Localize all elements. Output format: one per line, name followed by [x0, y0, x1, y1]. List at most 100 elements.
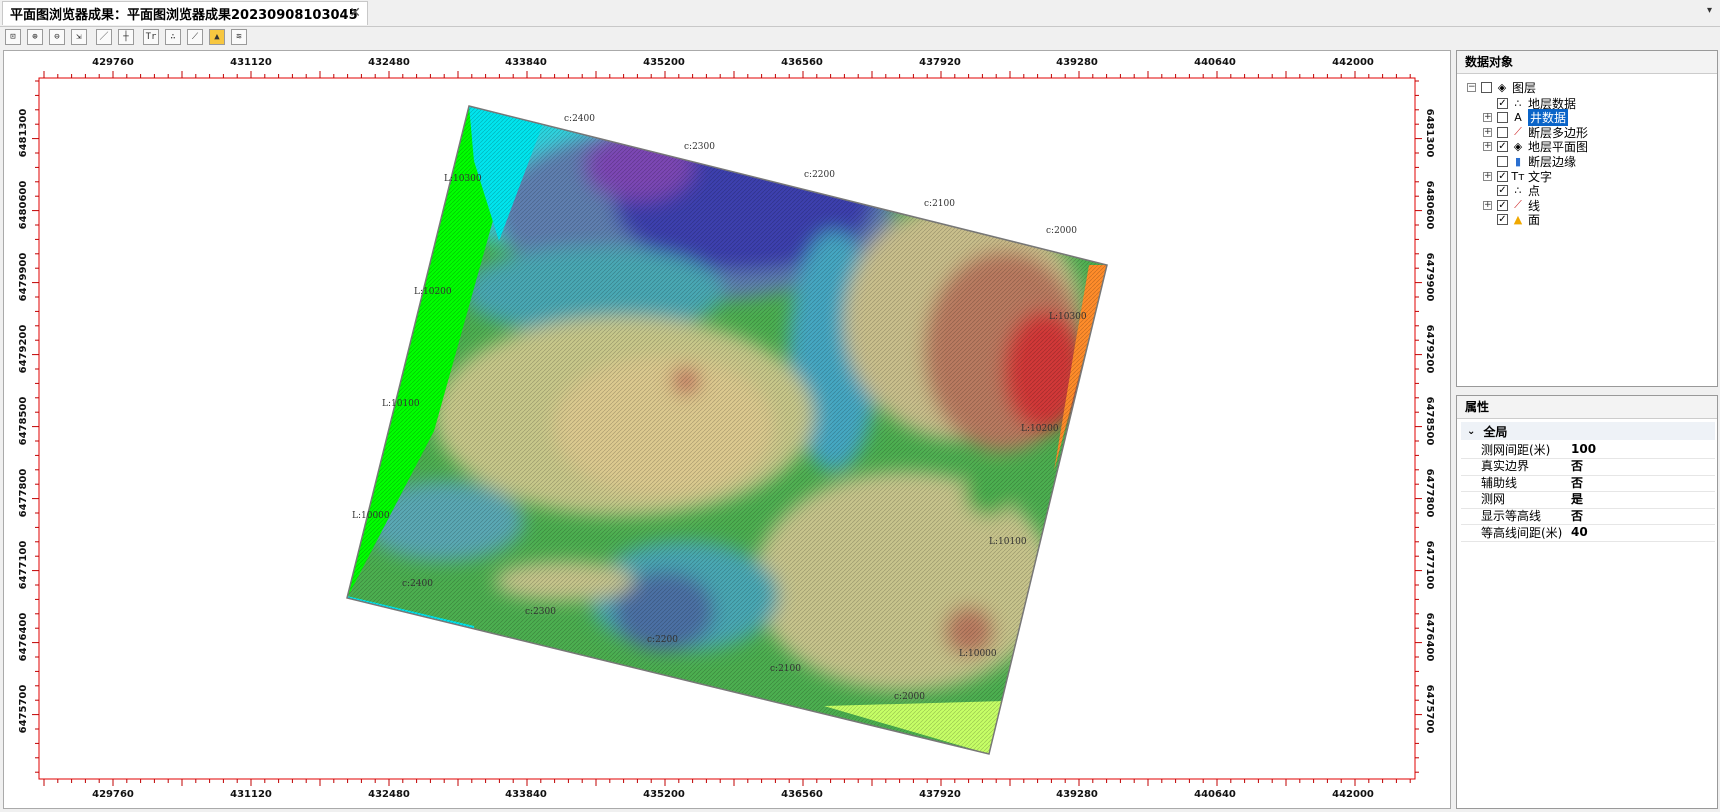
contour-label: L:10200 — [1021, 424, 1059, 434]
contour-label: L:10000 — [959, 649, 997, 659]
property-value[interactable]: 40 — [1565, 525, 1588, 539]
property-key: 辅助线 — [1481, 475, 1518, 490]
layer-checkbox[interactable]: ✓ — [1497, 97, 1508, 109]
contour-label: c:2200 — [804, 170, 835, 180]
property-value[interactable]: 否 — [1565, 507, 1583, 524]
y-tick-right: 6478500 — [1424, 397, 1435, 446]
map-view[interactable]: 429760 431120 432480 433840 435200 43656… — [3, 50, 1451, 809]
layer-checkbox[interactable]: ✓ — [1497, 214, 1508, 226]
y-tick-left: 6481300 — [18, 109, 29, 158]
property-value[interactable]: 否 — [1565, 474, 1583, 491]
zoom-out-tool-icon[interactable]: ⊖ — [49, 29, 65, 45]
document-tab[interactable]: 平面图浏览器成果：平面图浏览器成果20230908103045 ✕ — [2, 1, 368, 25]
collapse-icon[interactable]: − — [1467, 82, 1476, 92]
layers-panel-title: 数据对象 — [1457, 51, 1717, 74]
property-key: 真实边界 — [1481, 459, 1530, 474]
layer-item[interactable]: + ✓ Tт 文字 — [1483, 168, 1552, 184]
layer-item[interactable]: ✓ ▲ 面 — [1483, 212, 1540, 228]
property-key: 测网间距(米) — [1481, 442, 1551, 457]
y-tick-right: 6476400 — [1424, 613, 1435, 662]
zoom-in-tool-icon[interactable]: ⊕ — [27, 29, 43, 45]
y-tick-right: 6477800 — [1424, 469, 1435, 518]
y-tick-left: 6480600 — [18, 181, 29, 230]
contour-label: L:10100 — [989, 537, 1027, 547]
x-tick-top: 432480 — [368, 57, 410, 68]
properties-panel-title: 属性 — [1457, 396, 1717, 419]
layer-type-icon: Tт — [1511, 169, 1525, 183]
layer-checkbox[interactable] — [1497, 155, 1508, 167]
y-tick-right: 6481300 — [1424, 109, 1435, 158]
chevron-down-icon[interactable]: ⌄ — [1467, 426, 1475, 437]
x-tick-bottom: 437920 — [919, 789, 961, 800]
property-group-global[interactable]: ⌄ 全局 — [1461, 422, 1715, 440]
map-canvas[interactable]: 429760 431120 432480 433840 435200 43656… — [4, 51, 1450, 808]
map-toolbar: ⊡ ⊕ ⊖ ⇲ ／ ┼ Tr ∴ ⟋ ▲ ≋ — [0, 27, 1720, 49]
layer-checkbox[interactable]: ✓ — [1497, 199, 1508, 211]
group-label: 全局 — [1483, 424, 1508, 439]
expand-icon[interactable]: + — [1483, 200, 1492, 210]
contour-label: L:10100 — [382, 399, 420, 409]
layer-checkbox[interactable] — [1497, 112, 1508, 124]
property-key: 显示等高线 — [1481, 508, 1542, 523]
contour-tool-icon[interactable]: ≋ — [231, 29, 247, 45]
layer-type-icon: ∴ — [1514, 184, 1522, 198]
property-value[interactable]: 是 — [1565, 490, 1583, 507]
x-tick-top: 436560 — [781, 57, 823, 68]
tab-bar: 平面图浏览器成果：平面图浏览器成果20230908103045 ✕ ▾ — [0, 0, 1720, 27]
right-panels: 数据对象 − ◈ 图层 ✓ ∴ 地层数据 + A 井数据 + ⟋ 断层多边形 + ✓ ◈ 地层平面图 ▮ 断… — [1456, 50, 1718, 809]
close-icon[interactable]: ✕ — [349, 5, 361, 21]
contour-label: c:2300 — [525, 607, 556, 617]
layer-type-icon: ▮ — [1514, 154, 1522, 168]
point-tool-icon[interactable]: ∴ — [165, 29, 181, 45]
y-tick-right: 6475700 — [1424, 685, 1435, 734]
layer-checkbox[interactable]: ✓ — [1497, 185, 1508, 197]
x-tick-top: 440640 — [1194, 57, 1236, 68]
y-tick-left: 6478500 — [18, 397, 29, 446]
layer-label: 面 — [1528, 213, 1541, 228]
layer-checkbox[interactable]: ✓ — [1497, 141, 1508, 153]
polyline-tool-icon[interactable]: ⟋ — [187, 29, 203, 45]
x-tick-top: 431120 — [230, 57, 272, 68]
property-key: 测网 — [1481, 492, 1506, 507]
tree-root-label: 图层 — [1512, 80, 1537, 95]
y-tick-right: 6479200 — [1424, 325, 1435, 374]
y-tick-left: 6477100 — [18, 541, 29, 590]
tab-menu-chevron-icon[interactable]: ▾ — [1707, 5, 1712, 16]
y-tick-left: 6479900 — [18, 253, 29, 302]
text-tool-icon[interactable]: Tr — [143, 29, 159, 45]
y-tick-right: 6480600 — [1424, 181, 1435, 230]
x-tick-top: 437920 — [919, 57, 961, 68]
x-tick-bottom: 439280 — [1056, 789, 1098, 800]
expand-icon[interactable]: + — [1483, 142, 1492, 152]
x-tick-top: 429760 — [92, 57, 134, 68]
pan-tool-icon[interactable]: ⇲ — [71, 29, 87, 45]
layer-type-icon: ∴ — [1514, 96, 1522, 110]
full-extent-tool-icon[interactable]: ⊡ — [5, 29, 21, 45]
crosshair-tool-icon[interactable]: ┼ — [118, 29, 134, 45]
x-tick-bottom: 435200 — [643, 789, 685, 800]
layer-type-icon: A — [1514, 111, 1522, 125]
property-row[interactable]: 等高线间距(米) 40 — [1461, 523, 1715, 542]
expand-icon[interactable]: + — [1483, 127, 1492, 137]
layer-checkbox[interactable]: ✓ — [1497, 170, 1508, 182]
expand-icon[interactable]: + — [1483, 113, 1492, 123]
contour-label: L:10300 — [1049, 312, 1087, 322]
x-tick-top: 442000 — [1332, 57, 1374, 68]
contour-label: c:2400 — [564, 114, 595, 124]
tree-root[interactable]: − ◈ 图层 — [1467, 79, 1536, 95]
layer-type-icon: ⟋ — [1514, 125, 1522, 139]
property-value[interactable]: 否 — [1565, 457, 1583, 474]
property-value[interactable]: 100 — [1565, 442, 1596, 456]
layer-type-icon: ▲ — [1513, 213, 1523, 227]
draw-line-tool-icon[interactable]: ／ — [96, 29, 112, 45]
polygon-tool-icon[interactable]: ▲ — [209, 29, 225, 45]
checkbox[interactable] — [1481, 81, 1492, 93]
y-tick-right: 6477100 — [1424, 541, 1435, 590]
x-tick-bottom: 433840 — [505, 789, 547, 800]
layer-type-icon: ⟋ — [1514, 198, 1522, 212]
contour-label: c:2200 — [647, 635, 678, 645]
layer-checkbox[interactable] — [1497, 126, 1508, 138]
expand-icon[interactable]: + — [1483, 171, 1492, 181]
contour-label: c:2100 — [770, 664, 801, 674]
properties-panel: 属性 ⌄ 全局 测网间距(米) 100 真实边界否辅助线否测网是显示等高线否等高线间… — [1456, 395, 1718, 809]
